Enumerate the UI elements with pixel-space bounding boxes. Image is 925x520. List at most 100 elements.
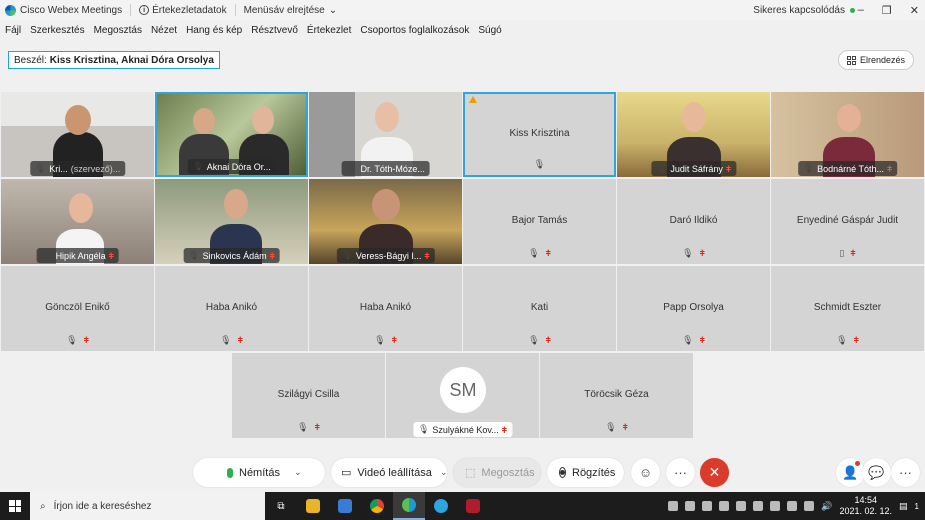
menu-participant[interactable]: Résztvevő: [251, 25, 298, 36]
taskbar-store[interactable]: [329, 492, 361, 520]
close-button[interactable]: ✕: [910, 4, 919, 17]
video-tile[interactable]: 🎙 Kri... (szervező)...: [1, 92, 154, 177]
chevron-down-icon: ⌄: [328, 4, 338, 16]
video-tile[interactable]: 🎙 Dr. Tóth-Móze...: [309, 92, 462, 177]
video-tile[interactable]: 🎙 Hipik Angéla ǂ: [1, 179, 154, 264]
notification-dot: [855, 461, 860, 466]
microphone-icon: 🎙: [682, 248, 694, 258]
menu-share[interactable]: Megosztás: [94, 25, 142, 36]
title-bar: Cisco Webex Meetings i Értekezletadatok …: [0, 0, 925, 20]
participant-tile[interactable]: Haba Anikó 🎙 ǂ: [309, 266, 462, 351]
bluetooth-icon[interactable]: [753, 501, 764, 511]
video-tile[interactable]: 🎙 Veress-Bágyi I... ǂ: [309, 179, 462, 264]
microphone-icon: [227, 467, 233, 478]
participant-tile[interactable]: Gönczöl Enikő 🎙 ǂ: [1, 266, 154, 351]
video-tile[interactable]: Kiss Krisztina 🎙: [463, 92, 616, 177]
stop-video-button[interactable]: ▭ Videó leállítása ⌄: [331, 458, 447, 487]
person-icon: 👤: [842, 464, 859, 480]
microphone-icon: 🎙: [192, 161, 204, 171]
tray-icon[interactable]: [685, 501, 696, 511]
panel-more-button[interactable]: ···: [891, 458, 920, 487]
tray-icon[interactable]: [804, 501, 815, 511]
tray-icon[interactable]: [719, 501, 730, 511]
taskbar-file-explorer[interactable]: [297, 492, 329, 520]
menu-audio-video[interactable]: Hang és kép: [186, 25, 242, 36]
microphone-icon: 🎙: [341, 250, 353, 260]
microphone-icon: 🎙: [528, 335, 540, 345]
mute-button[interactable]: Némítás ⌄: [193, 458, 325, 487]
app-icon: [466, 499, 480, 513]
windows-taskbar: ⌕ Írjon ide a kereséshez ⧉ 🔊 14:54 2021.…: [0, 492, 925, 520]
taskbar-clock[interactable]: 14:54 2021. 02. 12.: [839, 495, 892, 517]
video-tile[interactable]: 🎙 Judit Sáfrány ǂ: [617, 92, 770, 177]
task-view-icon: ⧉: [277, 500, 285, 512]
share-icon: ⬚: [465, 467, 476, 479]
video-tile[interactable]: 🎙 Bodnárné Tóth... ǂ: [771, 92, 924, 177]
store-icon: [338, 499, 352, 513]
hide-menu-button[interactable]: Menüsáv elrejtése ⌄: [244, 5, 338, 16]
menu-meeting[interactable]: Értekezlet: [307, 25, 351, 36]
taskbar-app[interactable]: [457, 492, 489, 520]
microphone-icon: 🎙: [188, 250, 200, 260]
microphone-icon: 🎙: [655, 163, 668, 173]
participant-tile[interactable]: Papp Orsolya 🎙 ǂ: [617, 266, 770, 351]
menu-help[interactable]: Súgó: [478, 25, 501, 36]
microphone-icon: 🎙: [34, 163, 47, 173]
tray-icon[interactable]: [787, 501, 798, 511]
layout-button[interactable]: Elrendezés: [837, 50, 914, 70]
tray-icon[interactable]: [770, 501, 781, 511]
participants-panel-button[interactable]: 👤: [836, 458, 865, 487]
participant-tile[interactable]: Haba Anikó 🎙 ǂ: [155, 266, 308, 351]
chevron-down-icon[interactable]: ⌄: [440, 467, 448, 478]
microphone-icon: 🎙: [374, 335, 386, 345]
participant-tile[interactable]: Enyediné Gáspár Judit ▯ ǂ: [771, 179, 924, 264]
video-tile[interactable]: 🎙 Sinkovics Ádám ǂ: [155, 179, 308, 264]
video-camera-icon: ▭: [341, 467, 352, 479]
muted-mic-icon: ǂ: [391, 335, 397, 345]
participant-label: 🎙 Bodnárné Tóth... ǂ: [797, 161, 898, 176]
phone-icon: ▯: [839, 248, 845, 258]
participant-tile[interactable]: Bajor Tamás 🎙 ǂ: [463, 179, 616, 264]
microphone-icon: 🎙: [220, 335, 232, 345]
participant-label: 🎙 Szulyákné Kov... ǂ: [412, 422, 513, 437]
minimize-button[interactable]: –: [858, 4, 864, 17]
participant-tile[interactable]: Kati 🎙 ǂ: [463, 266, 616, 351]
menu-view[interactable]: Nézet: [151, 25, 177, 36]
maximize-button[interactable]: ❐: [882, 4, 892, 17]
participant-tile[interactable]: Schmidt Eszter 🎙 ǂ: [771, 266, 924, 351]
video-tile[interactable]: 🎙 Aknai Dóra Or...: [155, 92, 308, 177]
chat-panel-button[interactable]: 💬: [862, 458, 891, 487]
more-options-button[interactable]: ···: [666, 458, 695, 487]
reactions-button[interactable]: ☺: [631, 458, 660, 487]
tray-icon[interactable]: [668, 501, 679, 511]
taskbar-telegram[interactable]: [425, 492, 457, 520]
chevron-down-icon[interactable]: ⌄: [294, 467, 302, 478]
taskbar-chrome[interactable]: [361, 492, 393, 520]
menu-file[interactable]: Fájl: [5, 25, 21, 36]
taskbar-webex[interactable]: [393, 492, 425, 520]
participant-tile[interactable]: Töröcsik Géza 🎙 ǂ: [540, 353, 693, 438]
task-view-button[interactable]: ⧉: [265, 492, 297, 520]
taskbar-search[interactable]: ⌕ Írjon ide a kereséshez: [30, 492, 265, 520]
muted-mic-icon: ǂ: [850, 248, 856, 258]
tray-icon[interactable]: [702, 501, 713, 511]
muted-mic-icon: ǂ: [269, 250, 275, 261]
tray-icon[interactable]: [736, 501, 747, 511]
start-button[interactable]: [0, 492, 30, 520]
meeting-info-button[interactable]: i Értekezletadatok: [139, 5, 227, 16]
share-button[interactable]: ⬚ Megosztás: [453, 458, 541, 487]
notification-center-icon[interactable]: ▤: [899, 501, 908, 512]
record-button[interactable]: Rögzítés: [547, 458, 624, 487]
menu-breakout[interactable]: Csoportos foglalkozások: [360, 25, 469, 36]
volume-icon[interactable]: 🔊: [821, 501, 832, 512]
end-meeting-button[interactable]: ✕: [700, 458, 729, 487]
participant-tile[interactable]: Daró Ildikó 🎙 ǂ: [617, 179, 770, 264]
grid-layout-icon: [846, 55, 856, 65]
participant-tile[interactable]: SM 🎙 Szulyákné Kov... ǂ: [386, 353, 539, 438]
menu-edit[interactable]: Szerkesztés: [30, 25, 84, 36]
participant-label: 🎙 Veress-Bágyi I... ǂ: [336, 248, 435, 263]
participant-label: 🎙 Judit Sáfrány ǂ: [650, 161, 737, 176]
participant-tile[interactable]: Szilágyi Csilla 🎙 ǂ: [232, 353, 385, 438]
menu-bar: Fájl Szerkesztés Megosztás Nézet Hang és…: [0, 22, 925, 39]
muted-mic-icon: ǂ: [501, 424, 508, 435]
